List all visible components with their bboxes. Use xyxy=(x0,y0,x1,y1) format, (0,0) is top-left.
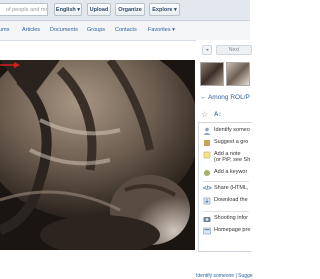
menu-label: Download the xyxy=(214,197,248,203)
language-button[interactable]: English ▾ xyxy=(54,3,82,16)
organize-button[interactable]: Organize xyxy=(115,3,145,16)
menu-label: Homepage pre xyxy=(214,227,251,233)
action-menu: Identify someo Suggest a gro Add a note … xyxy=(198,122,251,252)
menu-label: Suggest a gro xyxy=(214,139,249,145)
star-icon[interactable]: ☆ xyxy=(201,111,208,119)
note-icon xyxy=(203,151,211,159)
person-icon xyxy=(203,127,211,135)
main-photo[interactable] xyxy=(0,60,195,250)
nav-groups[interactable]: Groups xyxy=(87,27,105,33)
menu-add-note[interactable]: Add a note (or PiP, see Sh xyxy=(203,151,251,165)
thumbnail-next[interactable] xyxy=(226,62,250,86)
next-button[interactable]: Next xyxy=(216,45,252,55)
nav-favorites[interactable]: Favorites ▾ xyxy=(148,27,175,33)
menu-label: Share (HTML, xyxy=(214,185,249,191)
keyword-icon xyxy=(204,170,210,176)
among-album-link[interactable]: ← Among ROL/P xyxy=(200,94,250,101)
nav-articles[interactable]: Articles xyxy=(22,27,40,33)
homepage-icon xyxy=(203,227,211,235)
navigation-bar: ums Articles Documents Groups Contacts F… xyxy=(0,21,250,41)
nav-contacts[interactable]: Contacts xyxy=(115,27,137,33)
menu-suggest-group[interactable]: Suggest a gro xyxy=(203,139,251,149)
group-icon xyxy=(204,140,210,146)
prev-button[interactable]: ◂ xyxy=(202,45,212,55)
sort-icon[interactable]: A↕ xyxy=(214,111,221,119)
nav-documents[interactable]: Documents xyxy=(50,27,78,33)
upload-button[interactable]: Upload xyxy=(87,3,111,16)
menu-sublabel: (or PiP, see Sh xyxy=(214,157,251,163)
download-icon xyxy=(203,197,211,205)
menu-divider xyxy=(203,181,249,182)
menu-homepage-preview[interactable]: Homepage pre xyxy=(203,227,251,237)
thumbnail-prev[interactable] xyxy=(200,62,224,86)
menu-divider xyxy=(203,211,249,212)
thumbnail-strip xyxy=(200,62,250,86)
cat-photo-graphic xyxy=(0,60,195,250)
menu-label: Identify someo xyxy=(214,127,250,133)
pointer-arrow-icon xyxy=(0,62,20,68)
photo-pager: ◂ Next xyxy=(196,43,252,55)
explore-button[interactable]: Explore ▾ xyxy=(149,3,180,16)
menu-shooting-info[interactable]: Shooting infor xyxy=(203,215,251,225)
menu-download[interactable]: Download the xyxy=(203,197,251,207)
menu-identify-someone[interactable]: Identify someo xyxy=(203,127,251,137)
sidebar-footer-links[interactable]: Identify someone | Sugge xyxy=(196,273,253,279)
code-icon: </> xyxy=(203,186,212,192)
action-icon-row: ☆ A↕ xyxy=(200,111,250,121)
menu-share[interactable]: </> Share (HTML, xyxy=(203,185,251,195)
camera-icon xyxy=(203,217,211,222)
menu-add-keyword[interactable]: Add a keywor xyxy=(203,169,251,179)
search-input[interactable]: of people and more... xyxy=(0,3,48,16)
menu-label: Shooting infor xyxy=(214,215,248,221)
nav-albums[interactable]: ums xyxy=(0,27,9,33)
top-toolbar: of people and more... English ▾ Upload O… xyxy=(0,0,250,21)
menu-label: Add a keywor xyxy=(214,169,248,175)
photo-sidebar: ◂ Next ← Among ROL/P ☆ A↕ Identify someo… xyxy=(196,40,253,279)
